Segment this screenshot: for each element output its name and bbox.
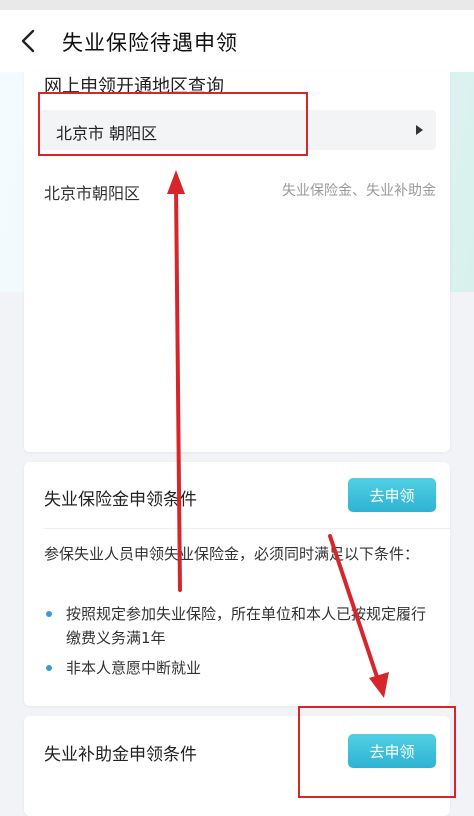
list-item: 按照规定参加失业保险，所在单位和本人已按规定履行缴费义务满1年 bbox=[44, 602, 436, 650]
condition-text: 按照规定参加失业保险，所在单位和本人已按规定履行缴费义务满1年 bbox=[66, 605, 427, 647]
nav-header: 失业保险待遇申领 bbox=[0, 10, 474, 73]
page-title: 失业保险待遇申领 bbox=[62, 31, 238, 55]
insurance-conditions-card: 失业保险金申领条件 去申领 参保失业人员申领失业保险金，必须同时满足以下条件： … bbox=[24, 462, 450, 706]
divider bbox=[44, 528, 450, 529]
bullet-icon bbox=[46, 665, 52, 671]
insurance-conditions-intro: 参保失业人员申领失业保险金，必须同时满足以下条件： bbox=[44, 545, 420, 563]
annotation-box-region bbox=[38, 92, 308, 156]
result-region-benefits: 失业保险金、失业补助金 bbox=[282, 183, 436, 199]
caret-right-icon bbox=[416, 125, 423, 135]
list-item: 非本人意愿中断就业 bbox=[44, 656, 436, 680]
subsidy-conditions-title: 失业补助金申领条件 bbox=[44, 745, 197, 765]
back-button[interactable] bbox=[14, 26, 44, 56]
insurance-conditions-title: 失业保险金申领条件 bbox=[44, 490, 197, 510]
bullet-icon bbox=[46, 611, 52, 617]
insurance-conditions-list: 按照规定参加失业保险，所在单位和本人已按规定履行缴费义务满1年 非本人意愿中断就… bbox=[44, 602, 436, 686]
condition-text: 非本人意愿中断就业 bbox=[66, 659, 202, 677]
insurance-apply-button[interactable]: 去申领 bbox=[348, 478, 436, 512]
result-region-name: 北京市朝阳区 bbox=[44, 184, 141, 203]
annotation-box-apply bbox=[298, 706, 456, 798]
status-bar bbox=[0, 0, 474, 10]
chevron-left-icon bbox=[21, 29, 35, 53]
